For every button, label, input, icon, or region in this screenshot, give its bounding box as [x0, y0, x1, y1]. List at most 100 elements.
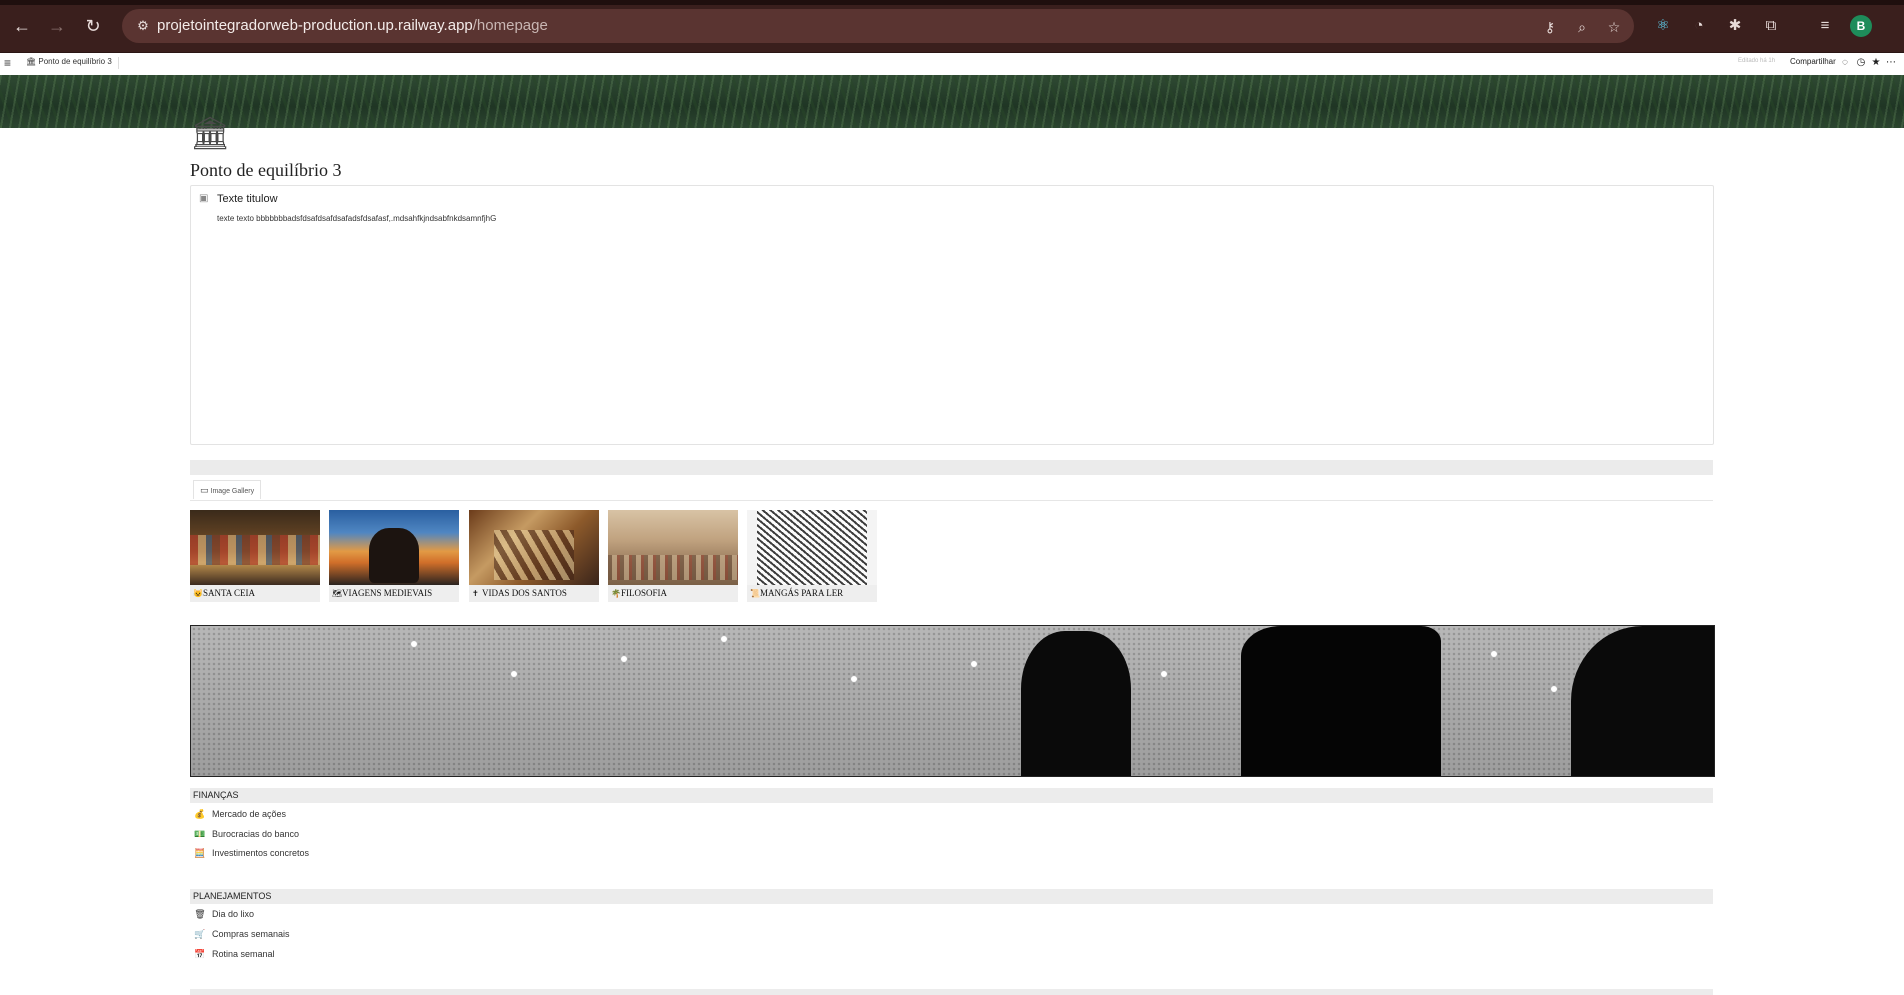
edited-status: Editado há 1h: [1738, 58, 1776, 64]
browser-toolbar: ← → ↻ ⚙ projetointegradorweb-production.…: [0, 0, 1904, 53]
card-emoji-icon: 🌴: [611, 589, 621, 598]
silhouette-shape: [1021, 631, 1131, 776]
address-bar[interactable]: ⚙ projetointegradorweb-production.up.rai…: [122, 9, 1634, 43]
page-link-label: Rotina semanal: [212, 949, 275, 959]
react-devtools-icon[interactable]: ⚛: [1652, 15, 1674, 37]
classical-building-icon[interactable]: 🏛: [190, 114, 231, 152]
page-link-label: Investimentos concretos: [212, 848, 310, 858]
extensions-puzzle-icon[interactable]: ⧉: [1760, 15, 1782, 37]
section-heading-planejamentos: PLANEJAMENTOS: [190, 889, 1713, 904]
profile-avatar[interactable]: B: [1850, 15, 1872, 37]
section-divider: [190, 989, 1713, 995]
sparkle: [1551, 686, 1557, 692]
calendar-icon: 📅: [194, 949, 206, 959]
page-link-burocracias-do-banco[interactable]: 💵 Burocracias do banco: [194, 827, 299, 841]
page-link-dia-do-lixo[interactable]: 🗑 Dia do lixo: [194, 907, 254, 921]
sparkle: [971, 661, 977, 667]
shopping-cart-icon: 🛒: [194, 929, 206, 939]
sidebar-menu-icon[interactable]: ≡: [4, 56, 16, 70]
gear-extension-icon[interactable]: ✱: [1724, 15, 1746, 37]
gallery-icon: ▭: [200, 485, 209, 495]
money-bag-icon: 💰: [194, 809, 206, 819]
breadcrumb-label: Ponto de equilíbrio 3: [38, 57, 112, 66]
history-clock-icon[interactable]: ◷: [1856, 56, 1866, 70]
sparkle: [851, 676, 857, 682]
password-key-icon[interactable]: ⚷: [1540, 17, 1560, 37]
page-topbar: ≡ 🏛 Ponto de equilíbrio 3 Editado há 1h …: [0, 53, 1904, 76]
comment-icon[interactable]: ◌: [1840, 56, 1850, 70]
reading-list-icon[interactable]: ≡: [1814, 15, 1836, 37]
url-text[interactable]: projetointegradorweb-production.up.railw…: [157, 17, 548, 34]
site-settings-icon[interactable]: ⚙: [134, 17, 152, 35]
card-title: VIAGENS MEDIEVAIS: [342, 588, 433, 598]
tab-label: Image Gallery: [210, 488, 255, 495]
sparkle: [621, 656, 627, 662]
card-title: SANTA CEIA: [203, 588, 256, 598]
callout-block[interactable]: ▣ Texte titulow texte texto bbbbbbbadsfd…: [190, 185, 1714, 445]
card-title: MANGÁS PARA LER: [760, 588, 844, 598]
zoom-icon[interactable]: ⌕: [1572, 17, 1592, 37]
page-link-label: Compras semanais: [212, 929, 290, 939]
page-link-label: Dia do lixo: [212, 909, 255, 919]
gallery-card-santa-ceia[interactable]: 😺SANTA CEIA: [190, 510, 320, 602]
section-heading-financas: FINANÇAS: [190, 788, 1713, 803]
card-caption: 📜MANGÁS PARA LER: [750, 588, 843, 598]
back-icon[interactable]: ←: [10, 14, 34, 38]
clock-extension-icon[interactable]: ◔: [1688, 15, 1710, 37]
banner-image: [190, 625, 1715, 777]
page-link-label: Burocracias do banco: [212, 829, 300, 839]
card-thumbnail: [190, 510, 320, 585]
gallery-card-vidas-dos-santos[interactable]: ✝ VIDAS DOS SANTOS: [469, 510, 599, 602]
page-link-rotina-semanal[interactable]: 📅 Rotina semanal: [194, 947, 275, 961]
card-thumbnail: [329, 510, 459, 585]
section-divider: [190, 460, 1713, 475]
page-link-mercado-de-acoes[interactable]: 💰 Mercado de ações: [194, 807, 286, 821]
card-thumbnail: [608, 510, 738, 585]
card-emoji-icon: ✝: [472, 589, 479, 598]
abacus-icon: 🧮: [194, 848, 206, 858]
sparkle: [511, 671, 517, 677]
card-title: FILOSOFIA: [621, 588, 668, 598]
favorite-star-icon[interactable]: ★: [1871, 56, 1881, 70]
callout-title: Texte titulow: [217, 193, 278, 205]
page-link-label: Mercado de ações: [212, 809, 287, 819]
page-link-compras-semanais[interactable]: 🛒 Compras semanais: [194, 927, 290, 941]
sparkle: [1491, 651, 1497, 657]
forward-icon[interactable]: →: [45, 14, 69, 38]
url-host: projetointegradorweb-production.up.railw…: [157, 17, 473, 34]
callout-text: texte texto bbbbbbbadsfdsafdsafdsafadsfd…: [217, 214, 497, 223]
card-emoji-icon: 🗺: [332, 589, 343, 598]
share-button[interactable]: Compartilhar: [1790, 57, 1836, 66]
card-title: VIDAS DOS SANTOS: [482, 588, 567, 598]
card-emoji-icon: 📜: [750, 589, 760, 598]
silhouette-shape: [1241, 626, 1441, 776]
page-title[interactable]: Ponto de equilíbrio 3: [190, 160, 342, 181]
gallery-card-mangas-para-ler[interactable]: 📜MANGÁS PARA LER: [747, 510, 877, 602]
silhouette-shape: [1571, 626, 1714, 776]
more-options-icon[interactable]: ⋯: [1886, 56, 1896, 70]
reload-icon[interactable]: ↻: [81, 14, 105, 38]
bookmark-star-icon[interactable]: ☆: [1604, 17, 1624, 37]
breadcrumb-divider: [118, 57, 119, 69]
dollar-bill-icon: 💵: [194, 829, 206, 839]
url-path: /homepage: [472, 17, 548, 34]
card-caption: 🗺VIAGENS MEDIEVAIS: [332, 588, 432, 598]
sparkle: [721, 636, 727, 642]
card-caption: 🌴FILOSOFIA: [611, 588, 667, 598]
gallery-card-viagens-medievais[interactable]: 🗺VIAGENS MEDIEVAIS: [329, 510, 459, 602]
breadcrumb[interactable]: 🏛 Ponto de equilíbrio 3: [26, 57, 112, 66]
gallery-divider: [190, 500, 1713, 501]
card-thumbnail: [469, 510, 599, 585]
card-thumbnail: [747, 510, 877, 585]
sparkle: [411, 641, 417, 647]
page-cover-image: [0, 75, 1904, 128]
sparkle: [1161, 671, 1167, 677]
trash-icon: 🗑: [194, 909, 206, 919]
page-link-investimentos-concretos[interactable]: 🧮 Investimentos concretos: [194, 846, 309, 860]
callout-icon: ▣: [199, 193, 209, 204]
card-caption: 😺SANTA CEIA: [193, 588, 255, 598]
tab-image-gallery[interactable]: ▭ Image Gallery: [193, 480, 262, 499]
card-emoji-icon: 😺: [193, 589, 203, 598]
card-caption: ✝ VIDAS DOS SANTOS: [472, 588, 567, 598]
gallery-card-filosofia[interactable]: 🌴FILOSOFIA: [608, 510, 738, 602]
